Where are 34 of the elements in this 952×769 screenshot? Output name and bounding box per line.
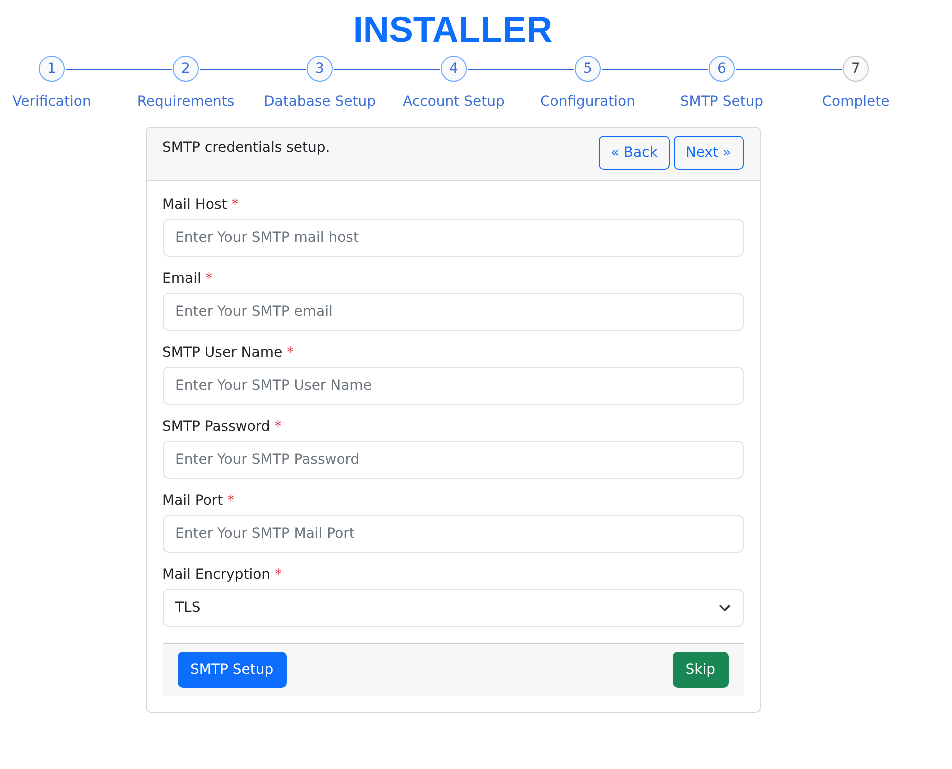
step-label[interactable]: Database Setup — [264, 94, 376, 110]
step-label[interactable]: Complete — [822, 94, 890, 110]
input-field[interactable]: Enter Your SMTP email — [162, 293, 744, 331]
select-value: TLS — [176, 600, 201, 616]
encryption-select[interactable]: TLS — [162, 589, 744, 627]
card-heading: SMTP credentials setup. — [162, 140, 330, 158]
field-label: Mail Host * — [162, 197, 240, 213]
step-label[interactable]: Requirements — [137, 94, 235, 110]
step-number[interactable]: 4 — [441, 56, 467, 82]
step-label[interactable]: Verification — [12, 94, 92, 110]
input-field[interactable]: Enter Your SMTP User Name — [162, 367, 744, 405]
field-label: Email * — [162, 271, 214, 287]
page-title: INSTALLER — [353, 8, 553, 52]
next-button[interactable]: Next » — [674, 136, 744, 170]
field-label: Mail Port * — [162, 493, 236, 509]
step-number[interactable]: 6 — [709, 56, 735, 82]
field-label: SMTP Password * — [162, 419, 283, 435]
field-label: SMTP User Name * — [162, 345, 296, 361]
step-number[interactable]: 3 — [307, 56, 333, 82]
input-field[interactable]: Enter Your SMTP Mail Port — [162, 515, 744, 553]
smtp-setup-button[interactable]: SMTP Setup — [178, 652, 287, 688]
input-field[interactable]: Enter Your SMTP mail host — [162, 219, 744, 257]
step-number[interactable]: 5 — [575, 56, 601, 82]
field-label: Mail Encryption * — [162, 567, 284, 583]
back-button[interactable]: « Back — [598, 136, 670, 170]
step-number[interactable]: 1 — [39, 56, 65, 82]
step-label[interactable]: Configuration — [540, 94, 636, 110]
step-label[interactable]: Account Setup — [403, 94, 505, 110]
input-field[interactable]: Enter Your SMTP Password — [162, 441, 744, 479]
chevron-down-icon — [718, 604, 730, 612]
step-number[interactable]: 7 — [843, 56, 869, 82]
step-number[interactable]: 2 — [173, 56, 199, 82]
step-label[interactable]: SMTP Setup — [680, 94, 764, 110]
skip-button[interactable]: Skip — [672, 652, 728, 688]
